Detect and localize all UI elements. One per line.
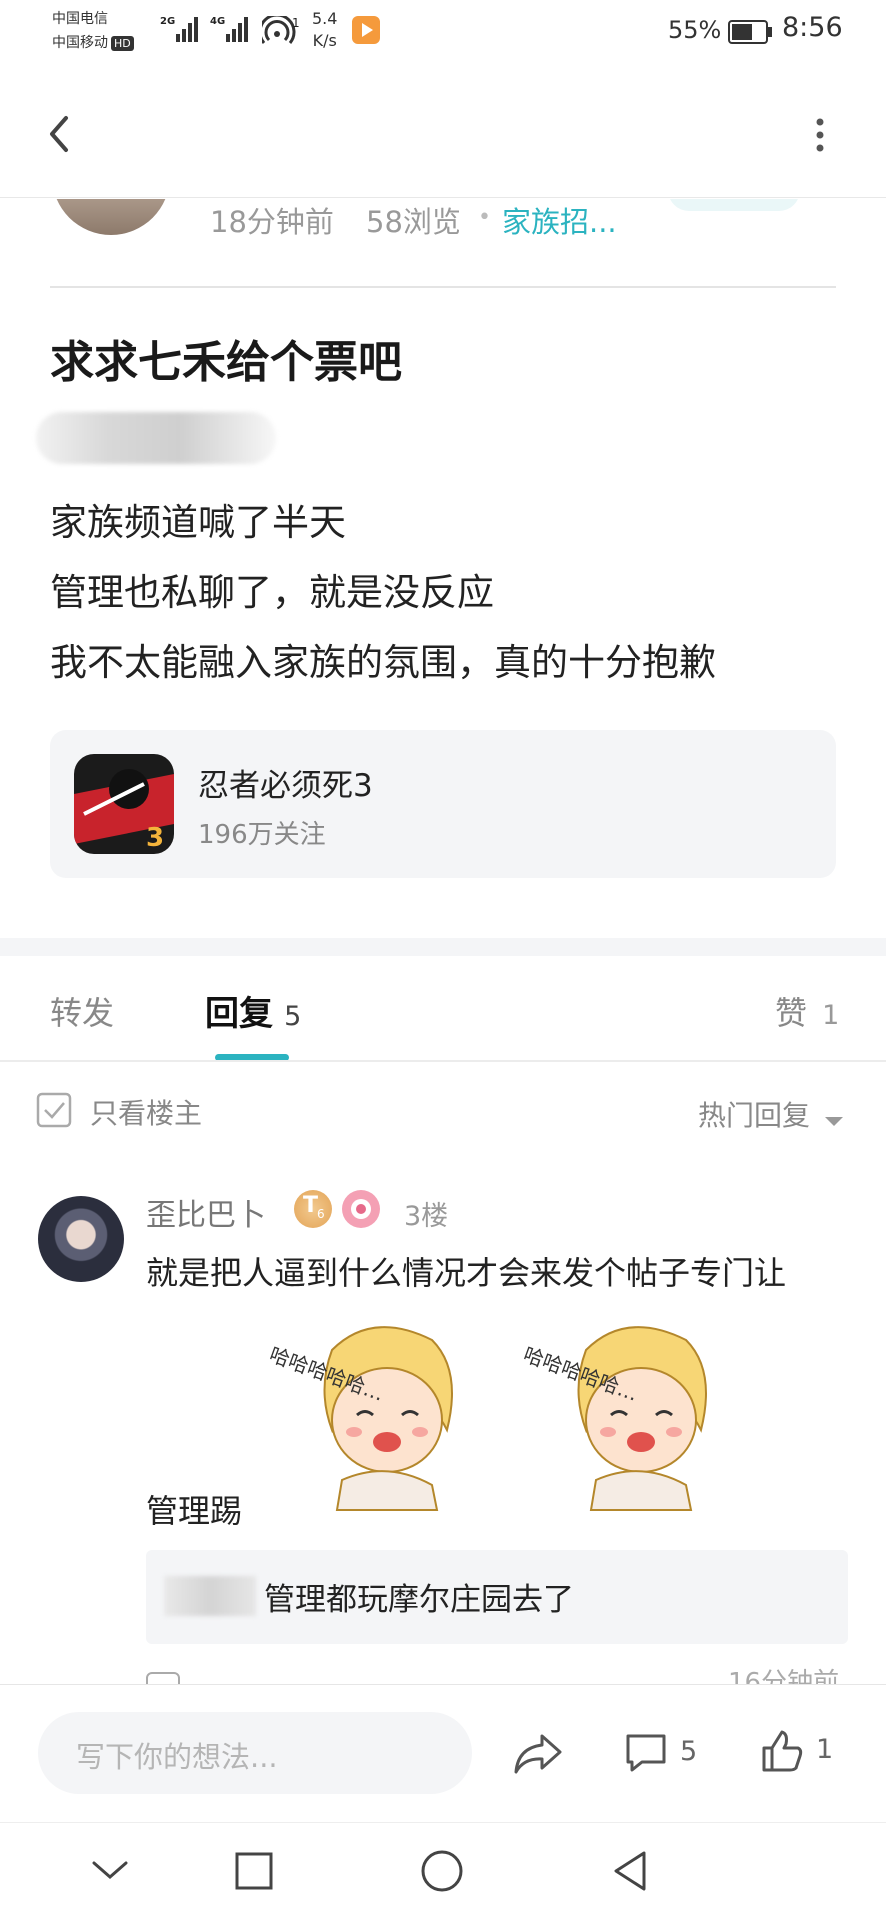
net-speed: 5.4 K/s (312, 9, 338, 50)
follow-button[interactable] (668, 199, 800, 211)
game-card[interactable]: 3 忍者必须死3 196万关注 (50, 730, 836, 878)
battery-icon (728, 20, 774, 48)
tab-forward[interactable]: 转发 (50, 988, 114, 1034)
sort-dropdown[interactable]: 热门回复 (698, 1094, 845, 1134)
share-button[interactable] (510, 1728, 566, 1780)
square-icon (235, 1852, 273, 1890)
share-icon (514, 1734, 562, 1774)
nav-back-button[interactable] (610, 1849, 650, 1897)
more-options-button[interactable] (800, 110, 840, 160)
like-button[interactable]: 1 (760, 1728, 833, 1778)
hd-badge: HD (111, 35, 134, 51)
clock: 8:56 (782, 12, 843, 43)
back-button[interactable] (36, 106, 86, 162)
sub-reply-text: 管理都玩摩尔庄园去了 (264, 1582, 574, 1618)
game-icon: 3 (74, 754, 174, 854)
game-name: 忍者必须死3 (198, 768, 373, 804)
like-count: 1 (816, 1734, 834, 1765)
author-avatar[interactable] (52, 199, 170, 235)
reply-floor: 3楼 (404, 1201, 449, 1232)
hotspot-icon: 1 (258, 13, 300, 50)
post-title: 求求七禾给个票吧 (50, 337, 402, 388)
play-store-icon (352, 16, 380, 44)
tab-like-label: 赞 (775, 994, 808, 1032)
only-op-label: 只看楼主 (90, 1097, 203, 1130)
reply-text: 就是把人逼到什么情况才会来发个帖子专门让 (146, 1254, 787, 1292)
checkbox-icon (36, 1092, 72, 1128)
meta-dot: • (478, 205, 491, 230)
comment-icon (626, 1734, 666, 1772)
level-badge: T 6 (294, 1190, 332, 1228)
nav-recents-button[interactable] (234, 1851, 274, 1895)
comment-input[interactable]: 写下你的想法... (38, 1712, 472, 1794)
circle-icon (421, 1850, 463, 1892)
carrier-1: 中国电信 (52, 11, 108, 27)
post-line-1: 家族频道喊了半天 (50, 501, 346, 544)
only-op-checkbox[interactable]: 只看楼主 (36, 1092, 202, 1132)
thumbs-up-icon (762, 1730, 803, 1772)
post-meta-row: 18分钟前 58浏览 • 家族招... (0, 199, 886, 289)
partial-icon (146, 1672, 186, 1684)
post-tag[interactable]: 家族招... (502, 199, 617, 241)
reply-username[interactable]: 歪比巴卜 (146, 1190, 266, 1234)
post-line-2: 管理也私聊了，就是没反应 (50, 571, 494, 614)
post-line-3: 我不太能融入家族的氛围，真的十分抱歉 (50, 641, 716, 684)
more-vertical-icon (816, 118, 824, 152)
svg-text:3: 3 (146, 823, 164, 853)
nav-home-button[interactable] (420, 1849, 464, 1897)
comment-placeholder: 写下你的想法... (76, 1740, 278, 1774)
tab-like-count: 1 (822, 1000, 840, 1031)
reply-avatar[interactable] (38, 1196, 124, 1282)
chevron-left-icon (50, 116, 68, 152)
achievement-badge (342, 1190, 380, 1228)
divider (50, 286, 836, 288)
triangle-back-icon (614, 1851, 646, 1891)
laughing-sticker-2: 哈哈哈哈哈… (516, 1310, 726, 1520)
status-bar: 中国电信 中国移动 HD 2G 4G 1 5.4 K/s 55% 8:56 (0, 0, 886, 70)
tabs-divider (0, 1060, 886, 1062)
blurred-author-name (36, 412, 276, 464)
top-nav-bar (0, 70, 886, 198)
laughing-sticker: 哈哈哈哈哈… (262, 1310, 472, 1520)
sub-reply-box[interactable]: 管理都玩摩尔庄园去了 (146, 1550, 848, 1644)
nav-hide-button[interactable] (88, 1851, 132, 1895)
comment-button[interactable]: 5 (624, 1730, 697, 1778)
caret-down-icon (825, 1116, 844, 1126)
game-followers: 196万关注 (198, 820, 326, 850)
reply-text-2: 管理踢 (146, 1492, 243, 1530)
post-views: 58浏览 (366, 205, 461, 239)
partial-time: 16分钟前 (728, 1668, 840, 1684)
blurred-sub-reply-name (164, 1576, 256, 1616)
tab-reply[interactable]: 回复 5 (205, 986, 301, 1035)
tab-reply-label: 回复 (205, 994, 273, 1034)
post-time: 18分钟前 (210, 205, 334, 239)
sort-label: 热门回复 (698, 1099, 811, 1132)
section-separator (0, 938, 886, 956)
tab-reply-count: 5 (284, 1001, 302, 1032)
chevron-down-icon (92, 1861, 128, 1879)
tab-like[interactable]: 赞 1 (775, 988, 839, 1034)
comment-count: 5 (680, 1736, 698, 1767)
carrier-2: 中国移动 HD (52, 32, 134, 52)
system-nav-bar (0, 1822, 886, 1920)
battery-percent: 55% (668, 16, 722, 44)
